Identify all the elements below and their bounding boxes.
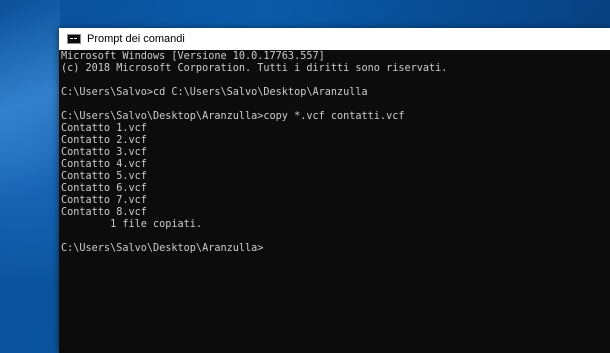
- window-title: Prompt dei comandi: [87, 33, 185, 45]
- command-prompt-line[interactable]: C:\Users\Salvo\Desktop\Aranzulla>: [61, 243, 610, 255]
- console-line: Contatto 5.vcf: [61, 171, 147, 182]
- console-line: 1 file copiati.: [61, 219, 203, 230]
- console-line: (c) 2018 Microsoft Corporation. Tutti i …: [61, 63, 448, 74]
- console-line: Contatto 1.vcf: [61, 123, 147, 134]
- command-prompt-window[interactable]: Prompt dei comandi Microsoft Windows [Ve…: [59, 28, 610, 353]
- cmd-icon: [67, 34, 81, 44]
- title-bar[interactable]: Prompt dei comandi: [59, 28, 610, 50]
- console-line: Contatto 2.vcf: [61, 135, 147, 146]
- console-line: Microsoft Windows [Versione 10.0.17763.5…: [61, 51, 325, 62]
- console-output[interactable]: Microsoft Windows [Versione 10.0.17763.5…: [59, 50, 610, 353]
- wallpaper-light-beam: [0, 0, 60, 353]
- console-line: Contatto 6.vcf: [61, 183, 147, 194]
- console-line: Contatto 7.vcf: [61, 195, 147, 206]
- console-line: Contatto 8.vcf: [61, 207, 147, 218]
- console-line: C:\Users\Salvo>cd C:\Users\Salvo\Desktop…: [61, 87, 368, 98]
- console-line: C:\Users\Salvo\Desktop\Aranzulla>copy *.…: [61, 111, 405, 122]
- console-line: Contatto 3.vcf: [61, 147, 147, 158]
- console-line: Contatto 4.vcf: [61, 159, 147, 170]
